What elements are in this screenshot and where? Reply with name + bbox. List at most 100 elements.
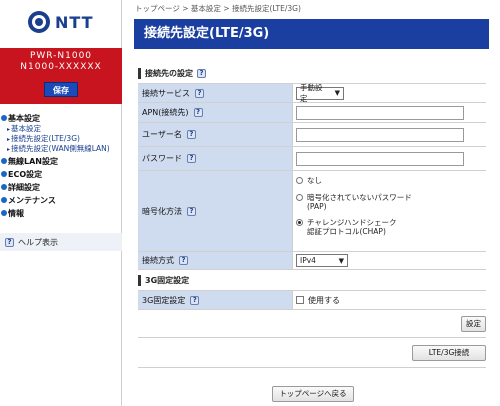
nav-item-info[interactable]: 情報 (0, 207, 122, 219)
chevron-down-icon: ▼ (334, 89, 340, 97)
checkbox[interactable] (296, 296, 304, 304)
bullet-icon (1, 184, 7, 190)
main-content: トップページ > 基本設定 > 接続先設定(LTE/3G) 接続先設定(LTE/… (123, 0, 500, 406)
form-label: ユーザー名 ? (138, 123, 293, 146)
form-row-apn: APN(接続先) ? (138, 103, 486, 123)
ntt-logo[interactable]: NTT (28, 9, 100, 35)
help-icon[interactable]: ? (187, 206, 196, 216)
radio-encrypt-chap[interactable]: チャレンジハンドシェーク 認証プロトコル(CHAP) (296, 218, 412, 236)
chevron-down-icon: ▼ (338, 256, 344, 265)
breadcrumb[interactable]: トップページ > 基本設定 > 接続先設定(LTE/3G) (135, 3, 301, 14)
form-value: 使用する (293, 291, 486, 309)
nav-sub-basic-settings[interactable]: 基本設定 (0, 124, 122, 134)
device-model: PWR-N1000 (29, 51, 93, 61)
label-text: パスワード (142, 154, 182, 163)
help-icon[interactable]: ? (195, 88, 204, 98)
nav-item-label: 詳細設定 (8, 182, 40, 192)
label-text: 接続方式 (142, 256, 174, 265)
label-text: APN(接続先) (142, 108, 189, 117)
nav-sub-lte3g[interactable]: 接続先設定(LTE/3G) (0, 134, 122, 144)
section-title-3g-fixed: 3G固定設定 (138, 275, 189, 286)
sidebar-nav: 基本設定 基本設定 接続先設定(LTE/3G) 接続先設定(WAN側無線LAN)… (0, 112, 122, 219)
nav-item-label: 基本設定 (8, 113, 40, 123)
section-title-connection: 接続先の設定 ? (138, 68, 206, 79)
bullet-icon (1, 115, 7, 121)
nav-sub-wan-wlan[interactable]: 接続先設定(WAN側無線LAN) (0, 144, 122, 154)
help-icon[interactable]: ? (187, 154, 196, 163)
password-input[interactable] (296, 151, 464, 166)
form-row-service: 接続サービス ? 手動設定 ▼ (138, 83, 486, 103)
help-icon[interactable]: ? (197, 69, 206, 78)
use-3g-fixed-checkbox[interactable]: 使用する (296, 295, 340, 306)
help-label: ヘルプ表示 (18, 237, 58, 247)
nav-item-label: ECO設定 (8, 169, 43, 179)
page-title: 接続先設定(LTE/3G) (134, 19, 489, 49)
section-title-text: 接続先の設定 (145, 69, 193, 78)
help-icon[interactable]: ? (193, 108, 203, 117)
checkbox-label: 使用する (308, 295, 340, 305)
conn-method-select[interactable]: IPv4 ▼ (296, 254, 348, 267)
form-label: 暗号化方法 ? (138, 171, 293, 251)
label-text: 接続サービス (142, 88, 190, 98)
form-row-conn-method: 接続方式 ? IPv4 ▼ (138, 252, 486, 270)
device-info-panel: PWR-N1000 N1000-XXXXXX 保存 (0, 48, 122, 104)
radio-label-line: 認証プロトコル(CHAP) (307, 227, 386, 236)
back-to-top-button[interactable]: トップページへ戻る (272, 386, 354, 402)
set-button[interactable]: 設定 (461, 316, 486, 332)
lte3g-connect-button[interactable]: LTE/3G接続 (412, 345, 486, 361)
form-value (293, 123, 486, 146)
form-row-username: ユーザー名 ? (138, 123, 486, 147)
radio-label-line: チャレンジハンドシェーク (307, 218, 397, 227)
select-value: IPv4 (300, 256, 316, 265)
form-value (293, 103, 486, 122)
radio-encrypt-none[interactable]: なし (296, 176, 412, 185)
radio-label: 暗号化されていないパスワード (PAP) (307, 193, 412, 211)
radio-button-selected[interactable] (296, 219, 303, 226)
form-value: 手動設定 ▼ (293, 83, 486, 103)
nav-item-eco[interactable]: ECO設定 (0, 168, 122, 180)
connection-form: 接続サービス ? 手動設定 ▼ APN(接続先) ? ユーザー名 ? パスワード… (138, 83, 486, 270)
section-title-text: 3G固定設定 (145, 276, 190, 285)
nav-item-wlan[interactable]: 無線LAN設定 (0, 155, 122, 167)
help-icon[interactable]: ? (179, 256, 188, 265)
nav-item-advanced[interactable]: 詳細設定 (0, 181, 122, 193)
label-text: 暗号化方法 (142, 206, 182, 216)
nav-item-basic[interactable]: 基本設定 (0, 112, 122, 124)
form-row-3g-fixed: 3G固定設定 ? 使用する (138, 291, 486, 310)
apn-input[interactable] (296, 105, 464, 120)
username-input[interactable] (296, 127, 464, 142)
divider (138, 367, 486, 368)
nav-item-label: 情報 (8, 208, 24, 218)
nav-item-maintenance[interactable]: メンテナンス (0, 194, 122, 206)
form-value: IPv4 ▼ (293, 252, 486, 269)
select-value: 手動設定 (300, 83, 323, 103)
nav-item-label: メンテナンス (8, 195, 56, 205)
label-text: ユーザー名 (142, 130, 182, 139)
radio-label: チャレンジハンドシェーク 認証プロトコル(CHAP) (307, 218, 396, 236)
form-value: なし 暗号化されていないパスワード (PAP) チャレンジハンドシェーク 認証プ… (293, 171, 486, 251)
nav-item-label: 無線LAN設定 (8, 156, 58, 166)
form-label: 接続サービス ? (138, 84, 293, 102)
ntt-logo-mark-icon (28, 11, 50, 33)
bullet-icon (1, 210, 7, 216)
save-button[interactable]: 保存 (44, 82, 78, 97)
label-text: 3G固定設定 (142, 295, 186, 305)
radio-encrypt-pap[interactable]: 暗号化されていないパスワード (PAP) (296, 193, 412, 211)
form-label: 3G固定設定 ? (138, 291, 293, 309)
help-toggle[interactable]: ? ヘルプ表示 (0, 233, 122, 251)
form-label: 接続方式 ? (138, 252, 293, 269)
form-row-encryption: 暗号化方法 ? なし 暗号化されていないパスワード (PAP) チャレンジハンド… (138, 171, 486, 252)
logo-text: NTT (55, 12, 94, 32)
radio-button[interactable] (296, 177, 303, 184)
bullet-icon (1, 158, 7, 164)
radio-button[interactable] (296, 194, 303, 201)
sidebar: NTT PWR-N1000 N1000-XXXXXX 保存 基本設定 基本設定 … (0, 0, 122, 406)
fixed3g-form: 3G固定設定 ? 使用する (138, 290, 486, 310)
help-icon[interactable]: ? (190, 295, 200, 305)
help-icon[interactable]: ? (186, 130, 196, 139)
device-serial: N1000-XXXXXX (20, 62, 102, 72)
radio-label-line: 暗号化されていないパスワード (307, 193, 412, 202)
form-label: APN(接続先) ? (138, 103, 293, 122)
service-select[interactable]: 手動設定 ▼ (296, 83, 344, 103)
form-value (293, 147, 486, 170)
